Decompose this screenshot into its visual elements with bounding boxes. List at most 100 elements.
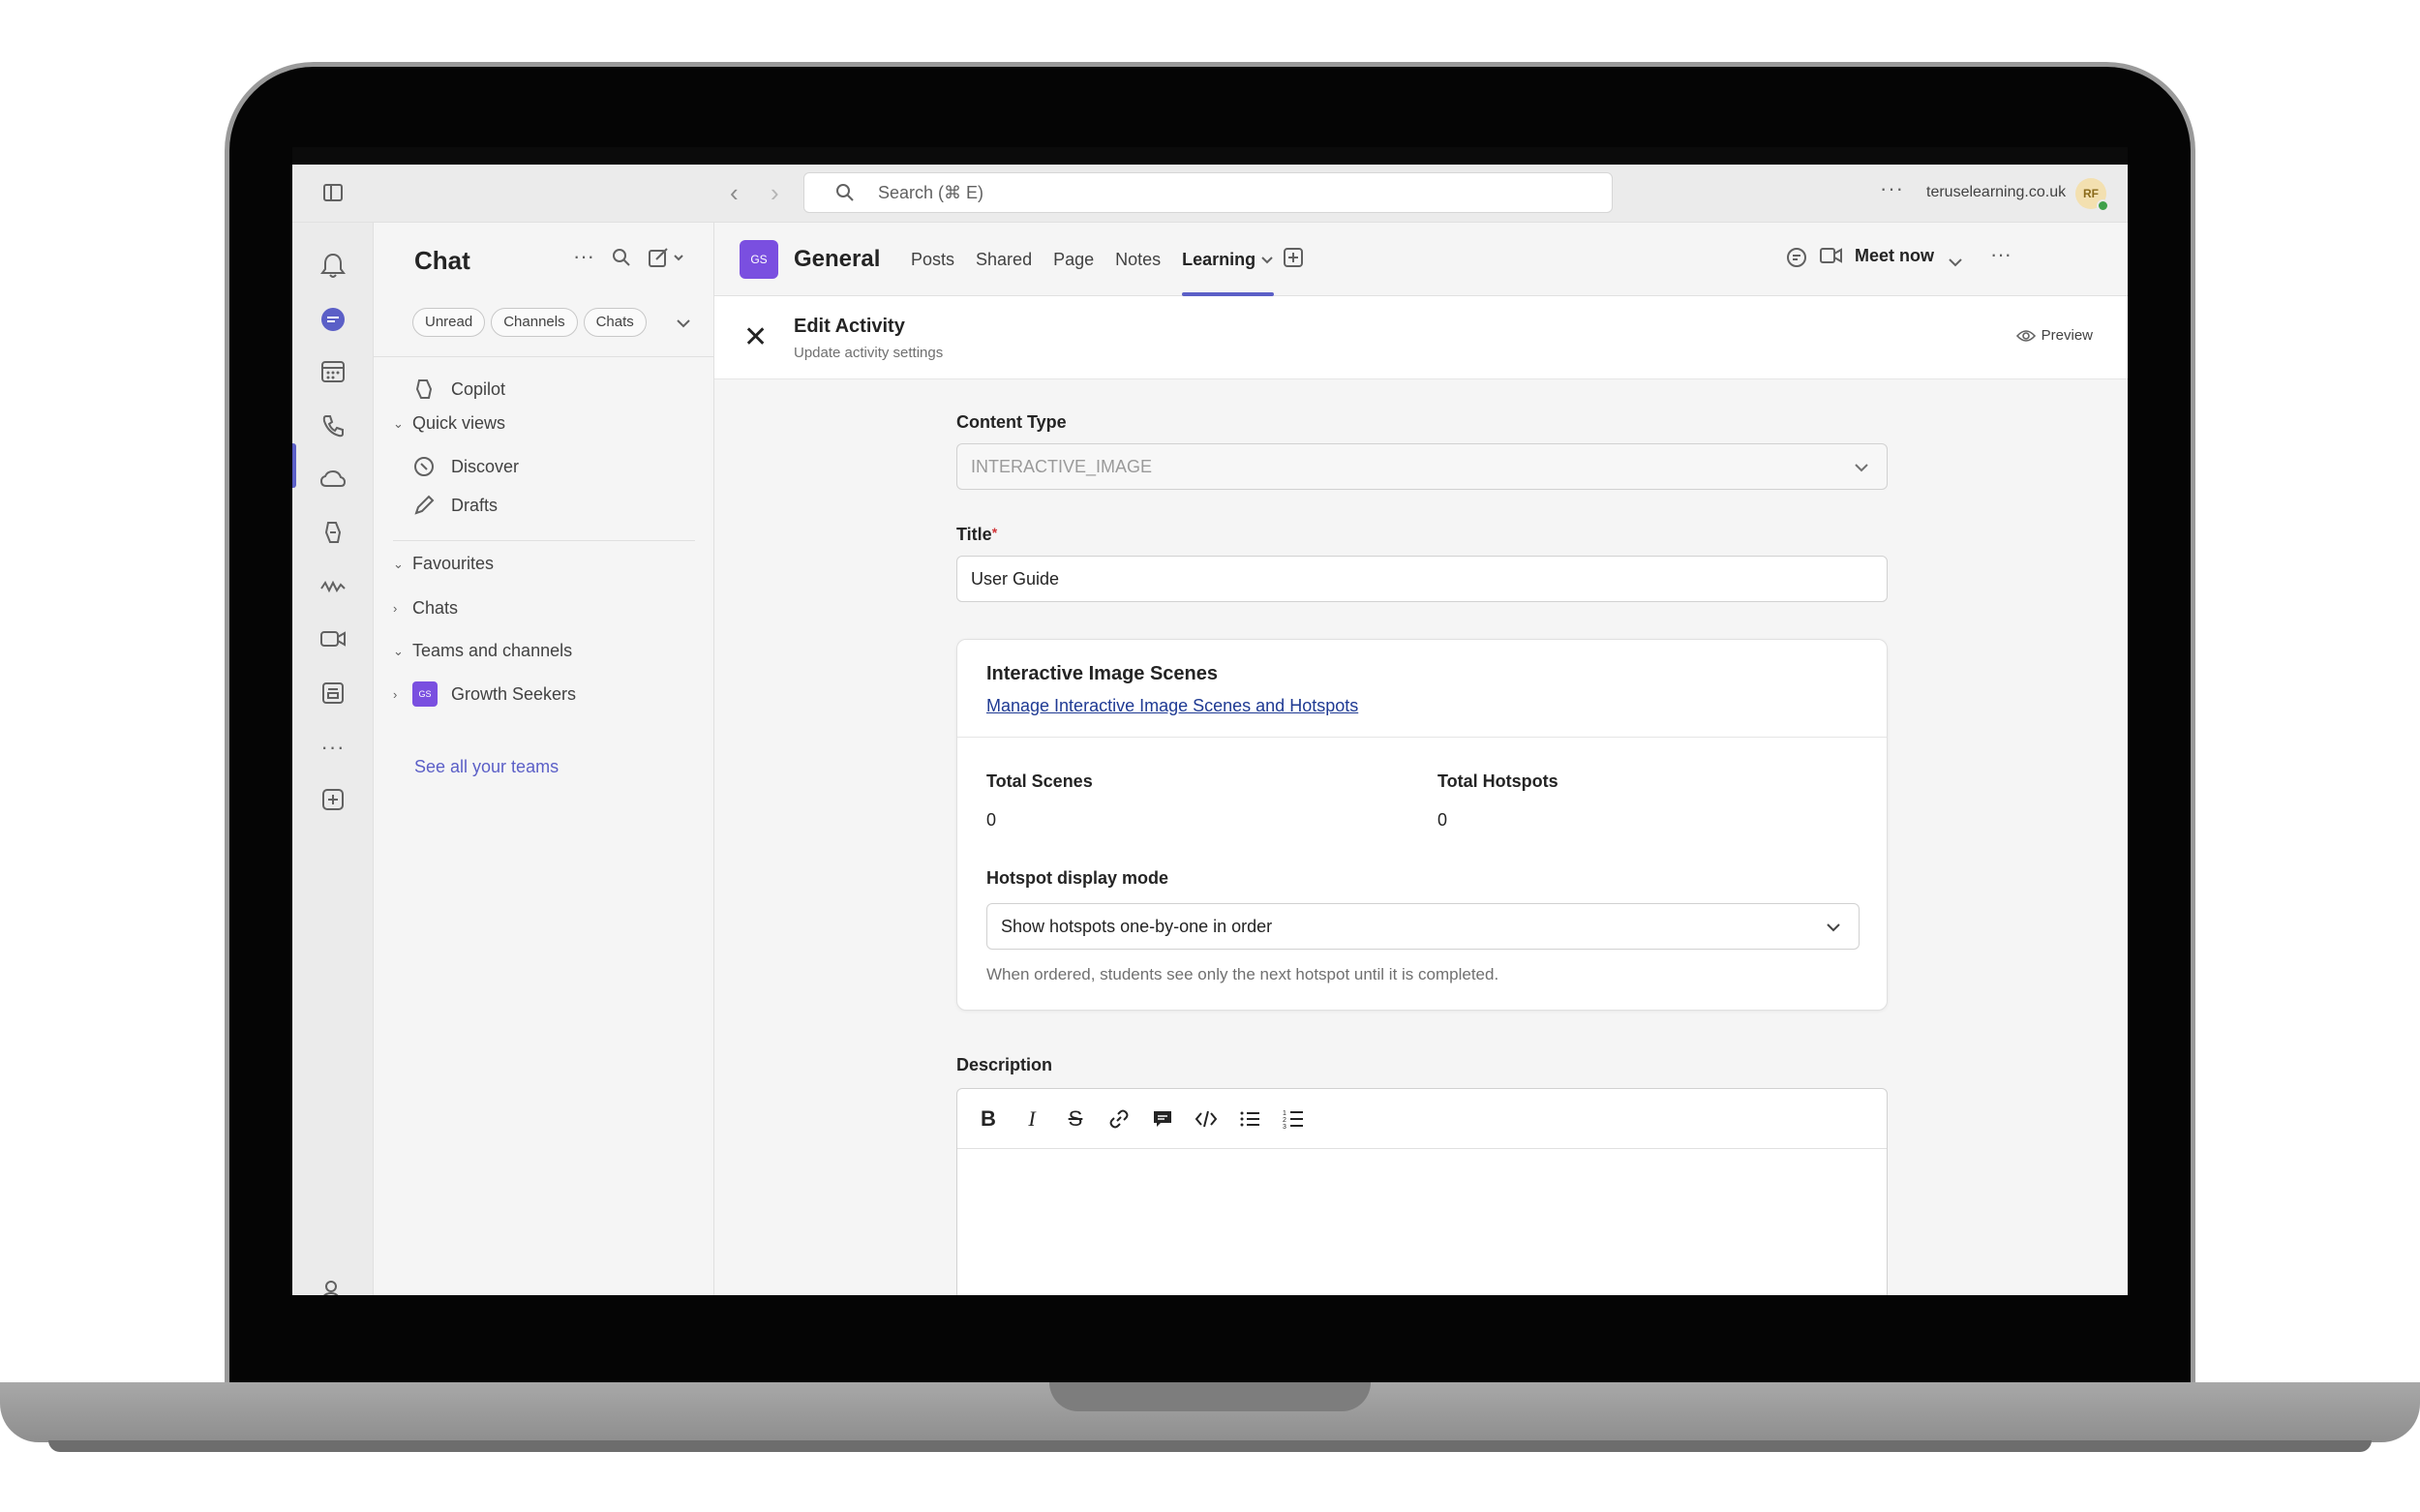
manage-scenes-link[interactable]: Manage Interactive Image Scenes and Hots… <box>986 696 1358 716</box>
see-all-teams-link[interactable]: See all your teams <box>414 757 559 777</box>
tab-learning[interactable]: Learning <box>1171 223 1285 296</box>
chats-label: Chats <box>412 598 459 618</box>
chat-filters: Unread Channels Chats <box>412 308 647 337</box>
teams-channels-label: Teams and channels <box>412 641 573 660</box>
bold-icon[interactable]: B <box>977 1106 1000 1131</box>
app-rail: ··· <box>292 223 374 1295</box>
apps-forms-icon[interactable] <box>292 674 374 712</box>
tab-shared[interactable]: Shared <box>965 223 1043 296</box>
italic-icon[interactable]: I <box>1020 1106 1044 1131</box>
description-editor[interactable]: B I S 123 <box>956 1088 1888 1295</box>
discover-item[interactable]: Discover <box>412 455 519 478</box>
chevron-down-icon[interactable] <box>676 316 691 333</box>
copilot-icon[interactable] <box>292 513 374 552</box>
close-icon[interactable]: ✕ <box>743 323 768 352</box>
channel-name: General <box>794 246 881 272</box>
search-icon <box>835 183 855 207</box>
onedrive-cloud-icon[interactable] <box>292 460 374 499</box>
drafts-item[interactable]: Drafts <box>412 494 498 517</box>
hotspot-mode-help: When ordered, students see only the next… <box>986 965 1499 983</box>
people-account-icon[interactable] <box>292 1272 374 1295</box>
more-options-icon[interactable]: ··· <box>573 244 594 269</box>
editor-toolbar: B I S 123 <box>957 1089 1887 1149</box>
avatar[interactable]: RF <box>2075 178 2109 212</box>
video-meet-icon[interactable] <box>292 620 374 658</box>
teams-channels-section[interactable]: ⌄ Teams and channels <box>393 641 572 661</box>
content-type-value: INTERACTIVE_IMAGE <box>971 457 1153 476</box>
favourites-section[interactable]: ⌄ Favourites <box>393 554 494 574</box>
tab-learning-label: Learning <box>1182 250 1256 269</box>
activity-bell-icon[interactable] <box>292 246 374 285</box>
code-icon[interactable] <box>1195 1107 1218 1131</box>
numbered-list-icon[interactable]: 123 <box>1282 1107 1305 1131</box>
filter-chats[interactable]: Chats <box>583 308 647 337</box>
chevron-down-icon <box>1854 444 1869 489</box>
sidebar-toggle-icon[interactable] <box>323 184 343 201</box>
quick-views-label: Quick views <box>412 413 506 433</box>
tab-posts[interactable]: Posts <box>900 223 965 296</box>
meet-now-button[interactable]: Meet now <box>1855 246 1934 266</box>
required-marker: * <box>991 525 998 540</box>
quick-views-section[interactable]: ⌄ Quick views <box>393 413 505 434</box>
title-input-value: User Guide <box>971 569 1060 589</box>
discover-compass-icon <box>412 455 436 478</box>
chat-icon[interactable] <box>292 300 374 339</box>
more-apps-icon[interactable]: ··· <box>292 728 374 767</box>
total-hotspots-label: Total Hotspots <box>1437 771 1558 791</box>
tab-page[interactable]: Page <box>1043 223 1104 296</box>
chevron-down-icon[interactable] <box>1948 252 1963 272</box>
add-app-icon[interactable] <box>292 780 374 819</box>
description-label: Description <box>956 1055 1053 1074</box>
channel-tabs: Posts Shared Page Notes Learning <box>900 223 1285 296</box>
total-scenes-label: Total Scenes <box>986 771 1093 791</box>
calls-phone-icon[interactable] <box>292 407 374 445</box>
chevron-down-icon: ⌄ <box>393 415 404 431</box>
filter-unread[interactable]: Unread <box>412 308 486 337</box>
link-icon[interactable] <box>1107 1107 1131 1131</box>
team-item-growth-seekers[interactable]: › GS Growth Seekers <box>393 681 576 707</box>
viva-insights-icon[interactable] <box>292 567 374 606</box>
copilot-item[interactable]: Copilot <box>412 378 505 401</box>
activity-header: ✕ Edit Activity Update activity settings… <box>714 296 2128 379</box>
copilot-icon <box>412 378 436 401</box>
discover-label: Discover <box>451 456 520 476</box>
chevron-down-icon <box>1826 904 1841 949</box>
title-label: Title* <box>956 525 997 545</box>
hotspot-mode-select[interactable]: Show hotspots one-by-one in order <box>986 903 1860 950</box>
page-subtitle: Update activity settings <box>794 345 944 361</box>
app-window: ‹ › Search (⌘ E) ··· teruselearning.co.u… <box>292 165 2128 1295</box>
chevron-down-icon: ⌄ <box>393 643 404 658</box>
search-input[interactable]: Search (⌘ E) <box>803 172 1613 213</box>
strikethrough-icon[interactable]: S <box>1064 1106 1087 1131</box>
tab-notes[interactable]: Notes <box>1104 223 1171 296</box>
add-tab-icon[interactable] <box>1284 248 1303 267</box>
total-scenes-value: 0 <box>986 810 997 830</box>
presence-status-icon <box>2097 199 2109 212</box>
preview-button[interactable]: Preview <box>2015 327 2093 344</box>
title-input[interactable]: User Guide <box>956 556 1888 602</box>
title-bar: ‹ › Search (⌘ E) ··· teruselearning.co.u… <box>292 165 2128 223</box>
svg-text:3: 3 <box>1283 1124 1286 1130</box>
preview-label: Preview <box>2041 327 2093 344</box>
forward-arrow-icon[interactable]: › <box>771 180 779 205</box>
chats-section[interactable]: › Chats <box>393 598 458 619</box>
org-name[interactable]: teruselearning.co.uk <box>1926 184 2066 201</box>
search-icon[interactable] <box>612 248 631 272</box>
laptop-foot <box>48 1440 2372 1452</box>
page-title: Edit Activity <box>794 316 905 337</box>
comment-icon[interactable] <box>1151 1107 1174 1131</box>
more-options-icon[interactable]: ··· <box>1880 176 1904 201</box>
filter-channels[interactable]: Channels <box>491 308 578 337</box>
back-arrow-icon[interactable]: ‹ <box>730 180 739 205</box>
new-chat-compose-icon[interactable] <box>649 248 687 272</box>
more-options-icon[interactable]: ··· <box>1990 242 2012 267</box>
interactive-image-card: Interactive Image Scenes Manage Interact… <box>956 639 1888 1011</box>
eye-icon <box>2015 329 2036 342</box>
video-camera-icon[interactable] <box>1820 246 1843 270</box>
bullet-list-icon[interactable] <box>1238 1107 1261 1131</box>
calendar-icon[interactable] <box>292 352 374 391</box>
conversation-icon[interactable] <box>1785 246 1808 274</box>
chevron-down-icon: ⌄ <box>393 556 404 571</box>
team-name: Growth Seekers <box>451 683 577 704</box>
card-title: Interactive Image Scenes <box>986 663 1219 684</box>
